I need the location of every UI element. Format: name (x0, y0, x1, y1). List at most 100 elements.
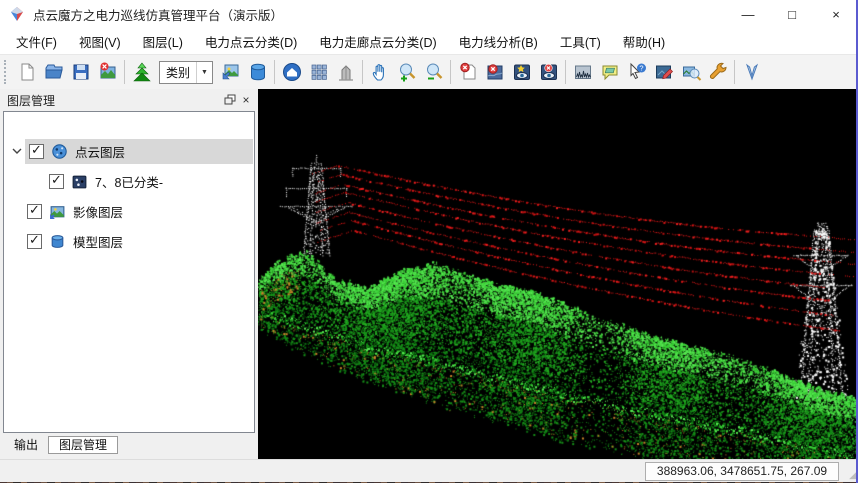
polygon-select-button[interactable] (738, 59, 765, 86)
toolbar-separator (362, 60, 363, 84)
classified-label[interactable]: 7、8已分类- (95, 172, 163, 191)
model-3d-button[interactable] (332, 59, 359, 86)
add-image-button[interactable] (217, 59, 244, 86)
home-button[interactable] (278, 59, 305, 86)
coordinate-readout: 388963.06, 3478651.75, 267.09 (645, 462, 839, 481)
tree-row-selection[interactable]: 点云图层 (25, 139, 253, 164)
close-panel-button[interactable]: × (238, 93, 254, 108)
model-layer-label[interactable]: 模型图层 (73, 232, 123, 251)
profile-chart-button[interactable] (569, 59, 596, 86)
app-logo-icon (9, 6, 25, 22)
delete-map-button[interactable] (481, 59, 508, 86)
chevron-down-icon (196, 62, 212, 83)
new-file-icon (16, 61, 38, 83)
show-layer-icon (511, 61, 533, 83)
annotation-icon (599, 61, 621, 83)
classified-checkbox[interactable] (49, 174, 64, 189)
model-layer-icon (49, 233, 66, 250)
pointcloud-layer-checkbox[interactable] (29, 144, 44, 159)
tree-row-model-layer[interactable]: 模型图层 (4, 228, 254, 254)
close-button[interactable]: × (814, 0, 858, 28)
edit-image-icon (653, 61, 675, 83)
grid-view-button[interactable] (305, 59, 332, 86)
app-window: 点云魔方之电力巡线仿真管理平台（演示版） — □ × 文件(F) 视图(V) 图… (0, 0, 858, 483)
float-panel-button[interactable] (222, 93, 238, 108)
pointcloud-layer-label[interactable]: 点云图层 (75, 142, 125, 161)
toolbar-separator (450, 60, 451, 84)
toolbar-grip[interactable] (4, 60, 9, 84)
menu-tools[interactable]: 工具(T) (549, 32, 612, 51)
save-button[interactable] (67, 59, 94, 86)
window-controls: — □ × (726, 0, 858, 28)
zoom-in-icon (396, 61, 418, 83)
menu-layer[interactable]: 图层(L) (132, 32, 194, 51)
zoom-out-icon (423, 61, 445, 83)
layer-panel-header: 图层管理 × (0, 89, 258, 111)
tree-row-image-layer[interactable]: 影像图层 (4, 198, 254, 224)
image-layer-icon (49, 203, 66, 220)
hide-layer-icon (538, 61, 560, 83)
layer-panel-title: 图层管理 (7, 92, 222, 109)
home-icon (281, 61, 303, 83)
menu-powerline-pointcloud-classify[interactable]: 电力点云分类(D) (194, 32, 308, 51)
image-layer-label[interactable]: 影像图层 (73, 202, 123, 221)
help-cursor-icon: ? (626, 61, 648, 83)
show-layer-button[interactable] (508, 59, 535, 86)
point-cloud-canvas[interactable] (258, 89, 858, 459)
open-folder-button[interactable] (40, 59, 67, 86)
settings-wrench-button[interactable] (704, 59, 731, 86)
pan-hand-button[interactable] (366, 59, 393, 86)
delete-page-button[interactable] (454, 59, 481, 86)
model-layer-checkbox[interactable] (27, 234, 42, 249)
zoom-out-button[interactable] (420, 59, 447, 86)
zoom-in-button[interactable] (393, 59, 420, 86)
profile-chart-icon (572, 61, 594, 83)
pyramid-layers-button[interactable] (128, 59, 155, 86)
remove-image-button[interactable] (94, 59, 121, 86)
image-layer-checkbox[interactable] (27, 204, 42, 219)
menu-corridor-pointcloud-classify[interactable]: 电力走廊点云分类(D) (308, 32, 447, 51)
chevron-down-icon[interactable] (11, 146, 23, 156)
add-image-icon (220, 61, 242, 83)
save-icon (70, 61, 92, 83)
tab-output[interactable]: 输出 (4, 436, 48, 454)
open-folder-icon (43, 61, 65, 83)
remove-image-icon (97, 61, 119, 83)
layer-panel: 图层管理 × (0, 89, 258, 459)
category-dropdown[interactable]: 类别 (159, 61, 213, 84)
help-cursor-button[interactable]: ? (623, 59, 650, 86)
tree-row-classified[interactable]: 7、8已分类- (4, 168, 254, 194)
toolbar-separator (734, 60, 735, 84)
menu-help[interactable]: 帮助(H) (612, 32, 676, 51)
menu-powerline-analysis[interactable]: 电力线分析(B) (448, 32, 549, 51)
layer-tree: 点云图层 7、8已分类- (3, 111, 255, 433)
image-search-button[interactable] (677, 59, 704, 86)
tab-layer-management[interactable]: 图层管理 (48, 436, 118, 454)
panel-tab-strip: 输出 图层管理 (4, 436, 258, 454)
edit-image-button[interactable] (650, 59, 677, 86)
float-panel-icon (224, 94, 236, 106)
toolbar-separator (124, 60, 125, 84)
toolbar: 类别 (0, 54, 858, 89)
maximize-button[interactable]: □ (770, 0, 814, 28)
classified-points-icon (71, 173, 88, 190)
database-button[interactable] (244, 59, 271, 86)
toolbar-separator (565, 60, 566, 84)
hide-layer-button[interactable] (535, 59, 562, 86)
image-search-icon (680, 61, 702, 83)
menu-view[interactable]: 视图(V) (68, 32, 132, 51)
database-icon (247, 61, 269, 83)
title-bar: 点云魔方之电力巡线仿真管理平台（演示版） — □ × (0, 0, 858, 28)
pyramid-layers-icon (131, 61, 153, 83)
annotation-button[interactable] (596, 59, 623, 86)
svg-text:?: ? (639, 64, 643, 73)
pan-hand-icon (369, 61, 391, 83)
new-file-button[interactable] (13, 59, 40, 86)
minimize-button[interactable]: — (726, 0, 770, 28)
window-title: 点云魔方之电力巡线仿真管理平台（演示版） (33, 5, 726, 24)
scene-viewport[interactable] (258, 89, 858, 459)
delete-page-icon (457, 61, 479, 83)
tree-row-pointcloud-layer[interactable]: 点云图层 (4, 138, 254, 164)
menu-file[interactable]: 文件(F) (5, 32, 68, 51)
resize-grip-icon[interactable] (849, 470, 856, 481)
